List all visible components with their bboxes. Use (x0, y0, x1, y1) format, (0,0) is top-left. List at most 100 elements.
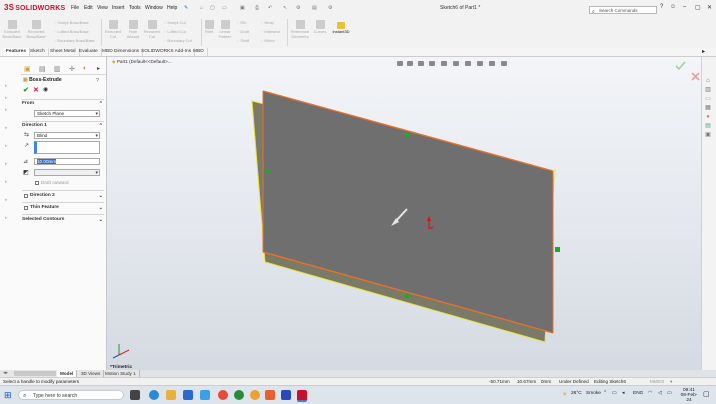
taskbar-search-input[interactable]: ⌕ Type here to search (18, 390, 124, 400)
fillet-button[interactable]: Fillet (203, 20, 215, 35)
tab-mbd-dimensions[interactable]: MBD Dimensions (99, 48, 144, 56)
direction1-section-header[interactable]: Direction 1 ⌃ (22, 122, 104, 130)
swept-boss-button[interactable]: Swept Boss/Base (54, 20, 88, 25)
view-orientation-icon[interactable] (441, 61, 447, 66)
edge-handle-bottom[interactable] (404, 293, 410, 299)
display-style-icon[interactable] (453, 61, 459, 66)
pin-icon[interactable]: ✎ (184, 5, 188, 11)
panel-expand-icon[interactable]: ▸ (97, 65, 100, 72)
direction2-section-header[interactable]: Direction 2 ⌄ (30, 192, 104, 200)
close-button[interactable]: ✕ (707, 4, 712, 11)
tab-solidworks-add-ins[interactable]: SOLIDWORKS Add-Ins (138, 48, 196, 56)
menu-help[interactable]: Help (167, 5, 177, 11)
draft-icon[interactable]: ◩ (23, 169, 29, 176)
display-manager-tab-icon[interactable]: ◐ (83, 65, 87, 72)
app-green-icon[interactable] (234, 390, 244, 400)
help-question-icon[interactable]: ? (96, 78, 99, 84)
wifi-icon[interactable]: ◠ (648, 391, 652, 396)
depth-input[interactable]: 10.00mm (34, 158, 100, 165)
cancel-x-icon[interactable]: ✕ (33, 86, 39, 94)
menu-file[interactable]: File (71, 5, 79, 11)
save-icon[interactable]: ▣ (240, 5, 245, 11)
revolved-boss-button[interactable]: Revolved Boss/Base (25, 20, 47, 39)
preview-eye-icon[interactable]: ◉ (43, 86, 48, 93)
weather-text[interactable]: Smoke (586, 391, 601, 396)
draft-outward-checkbox[interactable] (35, 181, 39, 185)
extruded-boss-button[interactable]: Extruded Boss/Base (2, 20, 22, 39)
confirm-corner-check-icon[interactable] (675, 61, 686, 71)
file-explorer-icon[interactable]: ▭ (704, 96, 712, 103)
battery-icon[interactable]: ▭ (667, 391, 672, 396)
intersect-button[interactable]: Intersect (261, 29, 279, 34)
hide-show-icon[interactable] (465, 61, 471, 66)
tab-features[interactable]: Features (3, 48, 30, 56)
solidworks-logo[interactable]: 3SSOLIDWORKS (4, 3, 65, 12)
mail-icon[interactable] (200, 390, 210, 400)
feature-manager-tab-icon[interactable]: ▣ (24, 65, 31, 73)
open-icon[interactable]: ▭ (222, 5, 227, 11)
store-icon[interactable] (183, 390, 193, 400)
zoom-area-icon[interactable] (407, 61, 413, 66)
menu-tools[interactable]: Tools (129, 5, 141, 11)
model-view-svg[interactable] (107, 57, 701, 370)
app-orange-icon[interactable] (250, 390, 260, 400)
previous-view-icon[interactable] (418, 61, 424, 66)
confirm-corner-cancel-icon[interactable] (691, 72, 700, 81)
instant3d-button[interactable]: Instant3D (331, 22, 351, 35)
menu-edit[interactable]: Edit (84, 5, 93, 11)
tab-3d-views[interactable]: 3D Views (78, 370, 105, 377)
zoom-to-fit-icon[interactable] (397, 61, 403, 66)
tab-sheet-metal[interactable]: Sheet Metal (47, 48, 80, 56)
reverse-direction-icon[interactable]: ⇆ (24, 131, 29, 138)
edge-browser-icon[interactable] (149, 390, 159, 400)
draft-button[interactable]: Draft (237, 29, 249, 34)
dimxpert-tab-icon[interactable]: ✛ (69, 65, 75, 73)
solidworks-taskbar-icon[interactable] (297, 390, 307, 402)
swept-cut-button[interactable]: Swept Cut (164, 20, 185, 25)
selected-contours-section-header[interactable]: Selected Contours ⌄ (22, 216, 104, 224)
tab-evaluate[interactable]: Evaluate (76, 48, 102, 56)
draft-angle-input[interactable] (34, 169, 100, 176)
tab-mbd[interactable]: MBD (190, 48, 208, 56)
account-icon[interactable]: ☺ (670, 4, 676, 10)
solidworks-forum-icon[interactable]: ▣ (704, 132, 712, 139)
wrap-button[interactable]: Wrap (261, 20, 273, 25)
reference-geometry-button[interactable]: Reference Geometry (289, 20, 311, 39)
windows-start-icon[interactable]: ⊞ (4, 390, 12, 401)
view-settings-icon[interactable] (501, 61, 507, 66)
heads-up-toolbar[interactable] (397, 61, 507, 66)
restore-button[interactable]: ▢ (695, 4, 701, 11)
tab-scroll-icon[interactable]: ◂▸ (3, 370, 8, 376)
thin-feature-checkbox[interactable] (24, 206, 28, 210)
configuration-manager-tab-icon[interactable]: ▥ (54, 65, 61, 73)
home-icon[interactable]: ⌂ (200, 5, 203, 11)
end-condition-select[interactable]: Blind (34, 132, 100, 139)
from-section-header[interactable]: From ⌃ (22, 100, 104, 108)
design-library-icon[interactable]: ▥ (704, 87, 712, 94)
rebuild-icon[interactable]: ⚙ (296, 5, 300, 11)
network-icon[interactable]: ▭ (612, 391, 617, 396)
menu-window[interactable]: Window (145, 5, 163, 11)
appearance-icon[interactable] (477, 61, 483, 66)
scene-icon[interactable] (489, 61, 495, 66)
clock[interactable]: 09:41 08-Feb-24 (679, 388, 699, 403)
ok-check-icon[interactable]: ✔ (23, 86, 29, 94)
appearances-icon[interactable]: ● (704, 114, 712, 121)
shell-button[interactable]: Shell (237, 38, 249, 43)
speaker-icon[interactable]: ◁ (658, 391, 662, 396)
tab-motion-study[interactable]: Motion Study 1 (102, 370, 140, 377)
view-palette-icon[interactable]: ▦ (704, 105, 712, 112)
section-view-icon[interactable] (429, 61, 435, 66)
notifications-icon[interactable]: ▢ (703, 390, 710, 398)
menu-view[interactable]: View (97, 5, 108, 11)
search-commands-input[interactable]: ⌕ Search Commands (589, 6, 657, 15)
custom-properties-icon[interactable]: ▤ (704, 123, 712, 130)
tab-model[interactable]: Model (57, 370, 78, 377)
customize-icon[interactable]: ⚙ (328, 5, 332, 11)
volume-icon[interactable]: ◂ (622, 391, 624, 396)
help-icon[interactable]: ? (660, 4, 663, 10)
edge-handle-left[interactable] (266, 169, 270, 173)
extruded-cut-button[interactable]: Extruded Cut (104, 20, 122, 39)
property-manager-tab-icon[interactable]: ▤ (39, 65, 46, 73)
powerpoint-icon[interactable] (265, 390, 275, 400)
